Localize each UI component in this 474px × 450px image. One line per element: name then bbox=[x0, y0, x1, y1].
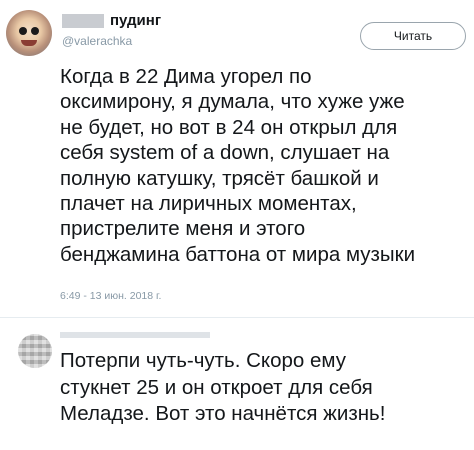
avatar-mouth bbox=[21, 40, 37, 46]
tweet-text-line: Когда в 22 Дима угорел по bbox=[60, 65, 312, 88]
tweet-text-line: плачет на лиричных моментах, bbox=[60, 192, 357, 216]
author-handle[interactable]: @valerachka bbox=[62, 34, 132, 48]
reply-text-line: стукнет 25 и он откроет для себя bbox=[60, 375, 373, 399]
reply-tweet: Потерпи чуть-чуть. Скоро ему стукнет 25 … bbox=[0, 318, 474, 450]
tweet-text-line: не будет, но вот в 24 он открыл для bbox=[60, 115, 398, 139]
reply-text: Потерпи чуть-чуть. Скоро ему стукнет 25 … bbox=[60, 348, 472, 428]
tweet-text-line: оксимирону, я думала, что хуже уже bbox=[60, 90, 405, 114]
tweet-text-line: себя system of a down, слушает на bbox=[60, 141, 390, 165]
reply-avatar[interactable] bbox=[18, 334, 52, 368]
redacted-reply-header bbox=[60, 332, 210, 338]
reply-text-line: Потерпи чуть-чуть. Скоро ему bbox=[60, 349, 346, 372]
redacted-name-block bbox=[62, 13, 104, 28]
author-display-name[interactable]: пудинг bbox=[110, 12, 161, 29]
tweet-text: Когда в 22 Дима угорел по оксимирону, я … bbox=[60, 64, 472, 267]
reply-text-line: Меладзе. Вот это начнётся жизнь! bbox=[60, 402, 386, 425]
tweet-timestamp[interactable]: 6:49 - 13 июн. 2018 г. bbox=[60, 290, 161, 302]
author-name-row[interactable]: пудинг bbox=[62, 12, 161, 29]
avatar-eye-left bbox=[19, 27, 27, 35]
avatar-eye-right bbox=[31, 27, 39, 35]
tweet-text-line: пристрелите меня и этого bbox=[60, 217, 306, 241]
follow-button[interactable]: Читать bbox=[360, 22, 466, 50]
author-avatar[interactable] bbox=[6, 10, 52, 56]
tweet-text-line: полную катушку, трясёт башкой и bbox=[60, 166, 379, 190]
main-tweet: пудинг @valerachka Читать Когда в 22 Дим… bbox=[0, 0, 474, 308]
tweet-text-line: бенджамина баттона от мира музыки bbox=[60, 242, 416, 266]
